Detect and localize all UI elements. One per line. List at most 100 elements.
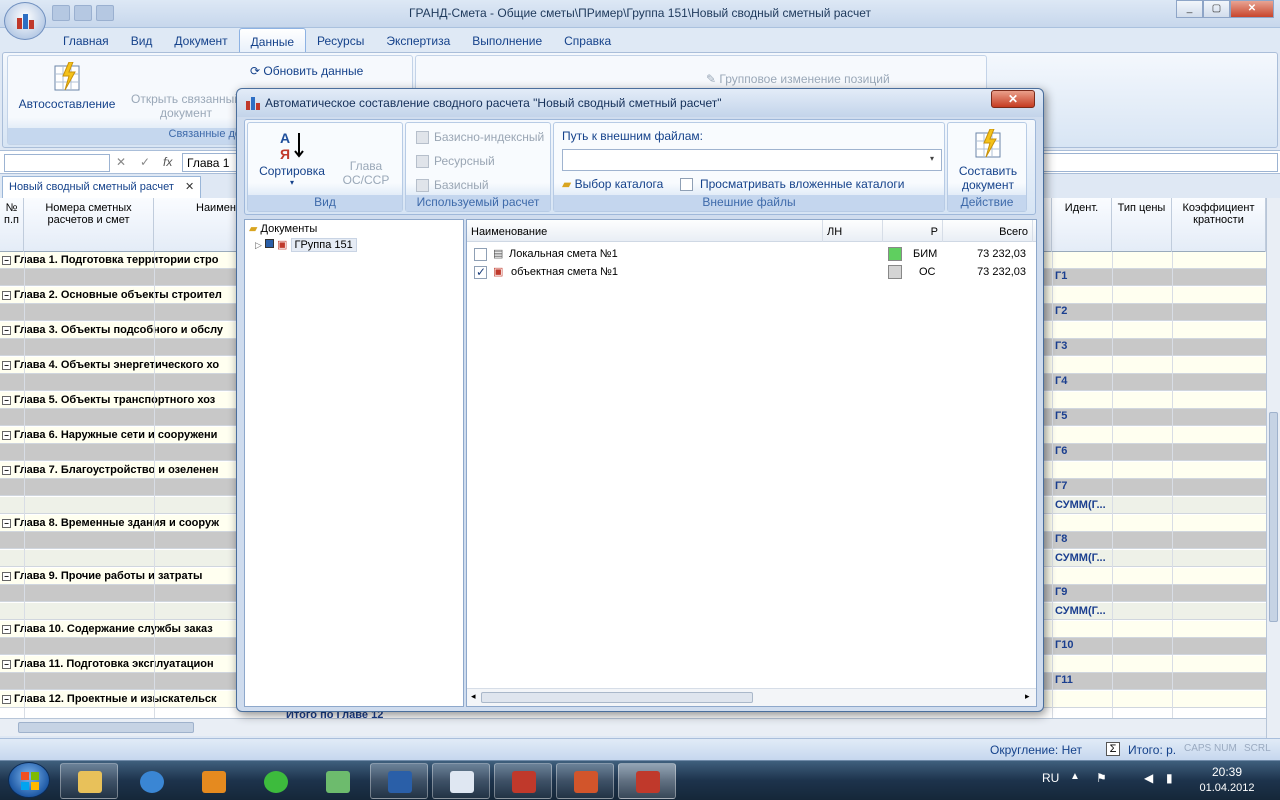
tree-checkbox[interactable]: [264, 239, 274, 248]
restore-icon[interactable]: ▢: [1203, 0, 1230, 18]
list-header-r[interactable]: Р: [883, 220, 943, 242]
tree-child[interactable]: ▷ ▣ ГРуппа 151: [255, 238, 357, 252]
resource-checkbox[interactable]: [416, 155, 429, 168]
list-item[interactable]: ▤ Локальная смета №1 БИМ 73 232,03: [467, 246, 1036, 264]
app-menu-button[interactable]: [4, 2, 46, 40]
taskbar-mail[interactable]: [246, 763, 304, 799]
header-numbers[interactable]: Номера сметных расчетов и смет: [24, 198, 154, 252]
list-item-checkbox[interactable]: [474, 248, 487, 261]
expand-icon[interactable]: ▷: [255, 240, 262, 250]
collapse-icon[interactable]: −: [2, 361, 11, 370]
cancel-icon[interactable]: ✕: [116, 155, 126, 169]
tree-root[interactable]: ▰ Документы: [249, 222, 317, 235]
taskbar-explorer[interactable]: [60, 763, 118, 799]
tab-view[interactable]: Вид: [120, 28, 164, 52]
start-button[interactable]: [8, 762, 50, 798]
clock-time[interactable]: 20:39: [1196, 765, 1258, 779]
volume-icon[interactable]: ◀: [1144, 771, 1153, 785]
collapse-icon[interactable]: −: [2, 660, 11, 669]
taskbar-powerpoint[interactable]: [556, 763, 614, 799]
dialog-close-button[interactable]: ✕: [991, 90, 1035, 108]
choose-dir-button[interactable]: ▰ Выбор каталога: [562, 177, 682, 193]
taskbar-grand[interactable]: [494, 763, 552, 799]
horizontal-scrollbar[interactable]: [0, 718, 1266, 736]
chapter-os-ssr-button[interactable]: Глава ОС/ССР: [332, 131, 400, 187]
document-tab[interactable]: Новый сводный сметный расчет ✕: [2, 176, 202, 198]
basis-checkbox[interactable]: [416, 179, 429, 192]
chapter-ident[interactable]: Г7: [1055, 480, 1067, 492]
path-input[interactable]: [562, 149, 942, 171]
browse-nested-checkbox[interactable]: [680, 178, 693, 191]
chapter-ident[interactable]: Г2: [1055, 305, 1067, 317]
collapse-icon[interactable]: −: [2, 625, 11, 634]
close-icon[interactable]: ✕: [1230, 0, 1274, 18]
taskbar-app[interactable]: [432, 763, 490, 799]
tab-home[interactable]: Главная: [52, 28, 120, 52]
scroll-right-icon[interactable]: ▸: [1025, 691, 1030, 702]
tab-help[interactable]: Справка: [553, 28, 622, 52]
tab-data[interactable]: Данные: [238, 28, 306, 52]
taskbar-word[interactable]: [370, 763, 428, 799]
list-header-name[interactable]: Наименование: [467, 220, 823, 242]
chapter-ident[interactable]: Г5: [1055, 410, 1067, 422]
collapse-icon[interactable]: −: [2, 256, 11, 265]
group-change-button[interactable]: ✎ Групповое изменение позиций: [706, 72, 926, 86]
collapse-icon[interactable]: −: [2, 291, 11, 300]
flag-icon[interactable]: ⚑: [1096, 771, 1107, 785]
name-box[interactable]: [4, 154, 110, 172]
close-tab-icon[interactable]: ✕: [185, 181, 194, 193]
list-scroll-thumb[interactable]: [481, 692, 753, 703]
tab-expertise[interactable]: Экспертиза: [375, 28, 461, 52]
sigma-icon[interactable]: Σ: [1106, 742, 1120, 756]
taskbar-media[interactable]: [184, 763, 242, 799]
chapter-ident[interactable]: Г6: [1055, 445, 1067, 457]
show-tray-icon[interactable]: ▲: [1070, 771, 1080, 782]
sort-button[interactable]: AЯ Сортировка ▾: [252, 129, 332, 187]
taskbar-ie[interactable]: [122, 763, 180, 799]
taskbar-grand-active[interactable]: [618, 763, 676, 799]
collapse-icon[interactable]: −: [2, 431, 11, 440]
clock-date[interactable]: 01.04.2012: [1196, 782, 1258, 794]
chapter-ident[interactable]: Г11: [1055, 674, 1073, 686]
collapse-icon[interactable]: −: [2, 519, 11, 528]
header-ident[interactable]: Идент.: [1052, 198, 1112, 252]
list-item[interactable]: ▣ объектная смета №1 ОС 73 232,03: [467, 264, 1036, 282]
language-indicator[interactable]: RU: [1042, 771, 1059, 785]
list-header-ln[interactable]: ЛН: [823, 220, 883, 242]
collapse-icon[interactable]: −: [2, 466, 11, 475]
chapter-ident[interactable]: Г8: [1055, 533, 1067, 545]
chapter-ident[interactable]: Г1: [1055, 270, 1067, 282]
chapter-ident[interactable]: Г3: [1055, 340, 1067, 352]
chapter-ident[interactable]: Г4: [1055, 375, 1067, 387]
vertical-scrollbar[interactable]: [1266, 198, 1280, 738]
tab-resources[interactable]: Ресурсы: [306, 28, 375, 52]
taskbar-messenger[interactable]: [308, 763, 366, 799]
list-item-checkbox[interactable]: [474, 265, 487, 279]
header-coef[interactable]: Коэффициент кратности: [1172, 198, 1266, 252]
chapter-ident[interactable]: Г9: [1055, 586, 1067, 598]
network-icon[interactable]: ▮: [1166, 771, 1173, 785]
tab-document[interactable]: Документ: [163, 28, 238, 52]
compose-document-button[interactable]: Составить документ: [950, 128, 1026, 192]
collapse-icon[interactable]: −: [2, 572, 11, 581]
chapter-ident[interactable]: Г10: [1055, 639, 1073, 651]
header-num[interactable]: № п.п: [0, 198, 24, 252]
confirm-icon[interactable]: ✓: [140, 155, 150, 169]
list-header-total[interactable]: Всего: [943, 220, 1033, 242]
hscroll-thumb[interactable]: [18, 722, 194, 733]
collapse-icon[interactable]: −: [2, 695, 11, 704]
basis-index-checkbox[interactable]: [416, 131, 429, 144]
autosostavlenie-button[interactable]: Автосоставление: [12, 61, 122, 111]
list-hscrollbar[interactable]: ◂ ▸: [467, 688, 1036, 706]
collapse-icon[interactable]: −: [2, 396, 11, 405]
collapse-icon[interactable]: −: [2, 326, 11, 335]
function-icon[interactable]: fx: [163, 155, 172, 169]
scroll-left-icon[interactable]: ◂: [471, 691, 476, 702]
update-data-button[interactable]: ⟳ Обновить данные: [250, 64, 410, 78]
open-linked-button[interactable]: Открыть связанный документ: [126, 64, 246, 120]
tab-execution[interactable]: Выполнение: [461, 28, 553, 52]
path-dropdown-icon[interactable]: ▾: [930, 154, 934, 163]
scroll-thumb[interactable]: [1269, 412, 1278, 622]
rounding-status[interactable]: Округление: Нет: [990, 743, 1082, 757]
minimize-icon[interactable]: _: [1176, 0, 1203, 18]
